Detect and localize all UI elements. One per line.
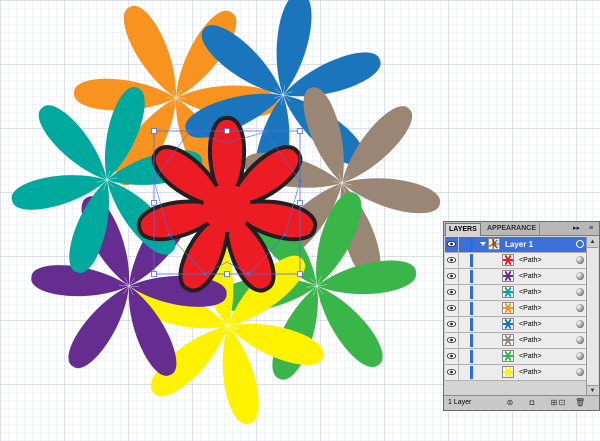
lock-toggle[interactable]: [458, 253, 469, 268]
lock-toggle[interactable]: [458, 301, 469, 316]
eye-icon[interactable]: [447, 337, 456, 343]
resize-handle[interactable]: [151, 128, 157, 134]
path-thumbnail: [502, 270, 514, 282]
path-thumbnail: [502, 302, 514, 314]
eye-icon[interactable]: [447, 241, 456, 247]
eye-icon[interactable]: [447, 353, 456, 359]
target-icon[interactable]: [576, 256, 584, 264]
layer-color-indicator: [470, 238, 473, 251]
tab-appearance[interactable]: APPEARANCE: [484, 223, 541, 235]
path-row[interactable]: <Path>: [445, 333, 587, 349]
path-thumbnail: [502, 350, 514, 362]
panel-tab-bar: LAYERS APPEARANCE ▸▸ ≡: [444, 222, 599, 236]
delete-icon[interactable]: 🗑: [575, 398, 585, 408]
resize-handle[interactable]: [297, 200, 303, 206]
layer-color-indicator: [470, 302, 473, 315]
target-icon[interactable]: [576, 288, 584, 296]
eye-icon[interactable]: [447, 257, 456, 263]
layers-list: Layer 1 <Path> <Path> <Path> <Path> <Path> <P…: [445, 237, 594, 381]
path-label: <Path>: [519, 321, 542, 328]
lock-toggle[interactable]: [458, 333, 469, 348]
path-label: <Path>: [519, 273, 542, 280]
path-label: <Path>: [519, 337, 542, 344]
red-flower-core: [203, 184, 251, 232]
target-icon[interactable]: [576, 272, 584, 280]
eye-icon[interactable]: [447, 369, 456, 375]
path-label: <Path>: [519, 289, 542, 296]
target-icon[interactable]: [576, 304, 584, 312]
layers-scrollbar[interactable]: ▲ ▼: [586, 237, 598, 396]
path-row[interactable]: <Path>: [445, 285, 587, 301]
tab-layers[interactable]: LAYERS: [445, 223, 481, 236]
layer-color-indicator: [470, 318, 473, 331]
resize-handle[interactable]: [297, 271, 303, 277]
layer-color-indicator: [470, 270, 473, 283]
path-row[interactable]: <Path>: [445, 317, 587, 333]
anchor-point[interactable]: [263, 130, 267, 134]
lock-toggle[interactable]: [458, 349, 469, 364]
path-thumbnail: [502, 286, 514, 298]
anchor-point[interactable]: [152, 178, 156, 182]
path-label: <Path>: [519, 353, 542, 360]
anchor-point[interactable]: [247, 272, 251, 276]
resize-handle[interactable]: [224, 128, 230, 134]
lock-toggle[interactable]: [458, 269, 469, 284]
layer-name: Layer 1: [505, 240, 534, 249]
layers-panel: LAYERS APPEARANCE ▸▸ ≡ Layer 1 <Path> <Pa…: [443, 221, 600, 411]
target-icon[interactable]: [576, 352, 584, 360]
eye-icon[interactable]: [447, 305, 456, 311]
resize-handle[interactable]: [297, 128, 303, 134]
lock-toggle[interactable]: [458, 365, 469, 380]
eye-icon[interactable]: [447, 289, 456, 295]
path-label: <Path>: [519, 257, 542, 264]
path-thumbnail: [502, 318, 514, 330]
target-icon[interactable]: [576, 336, 584, 344]
lock-toggle[interactable]: [458, 285, 469, 300]
collapse-icon[interactable]: ▸▸: [573, 223, 580, 234]
path-row[interactable]: <Path>: [445, 253, 594, 269]
layer-color-indicator: [470, 350, 473, 363]
path-row[interactable]: <Path>: [445, 365, 587, 381]
anchor-point[interactable]: [283, 233, 287, 237]
target-icon[interactable]: [576, 368, 584, 376]
anchor-point[interactable]: [187, 130, 191, 134]
layer-count: 1 Layer: [448, 399, 472, 406]
resize-handle[interactable]: [224, 271, 230, 277]
layer-color-indicator: [470, 254, 473, 267]
twisty-icon[interactable]: [480, 242, 486, 246]
locate-object-icon[interactable]: ⊚: [505, 398, 515, 408]
target-icon[interactable]: [576, 240, 584, 248]
new-layer-icon[interactable]: ⊡: [557, 398, 567, 408]
layer-color-indicator: [470, 334, 473, 347]
target-icon[interactable]: [576, 320, 584, 328]
path-label: <Path>: [519, 369, 542, 376]
scroll-up-icon[interactable]: ▲: [587, 237, 598, 248]
lock-toggle[interactable]: [458, 237, 469, 252]
layer-color-indicator: [470, 286, 473, 299]
layer-row-layer-1[interactable]: Layer 1: [445, 237, 587, 253]
path-thumbnail: [502, 254, 514, 266]
eye-icon[interactable]: [447, 321, 456, 327]
resize-handle[interactable]: [151, 200, 157, 206]
path-label: <Path>: [519, 305, 542, 312]
path-row[interactable]: <Path>: [445, 301, 587, 317]
path-row[interactable]: <Path>: [445, 349, 587, 365]
layer-color-indicator: [470, 366, 473, 379]
layer-thumbnail: [488, 238, 500, 250]
path-thumbnail: [502, 334, 514, 346]
path-thumbnail: [502, 366, 514, 378]
lock-toggle[interactable]: [458, 317, 469, 332]
eye-icon[interactable]: [447, 273, 456, 279]
panel-footer: 1 Layer ⊚ ◘ ⊞ ⊡ 🗑: [444, 395, 599, 410]
thumb-center: [492, 242, 496, 246]
resize-handle[interactable]: [151, 271, 157, 277]
make-clipping-mask-icon[interactable]: ◘: [527, 398, 537, 408]
path-row[interactable]: <Path>: [445, 269, 587, 285]
anchor-point[interactable]: [167, 233, 171, 237]
anchor-point[interactable]: [298, 179, 302, 183]
panel-menu-icon[interactable]: ≡: [589, 223, 593, 234]
anchor-point[interactable]: [203, 272, 207, 276]
